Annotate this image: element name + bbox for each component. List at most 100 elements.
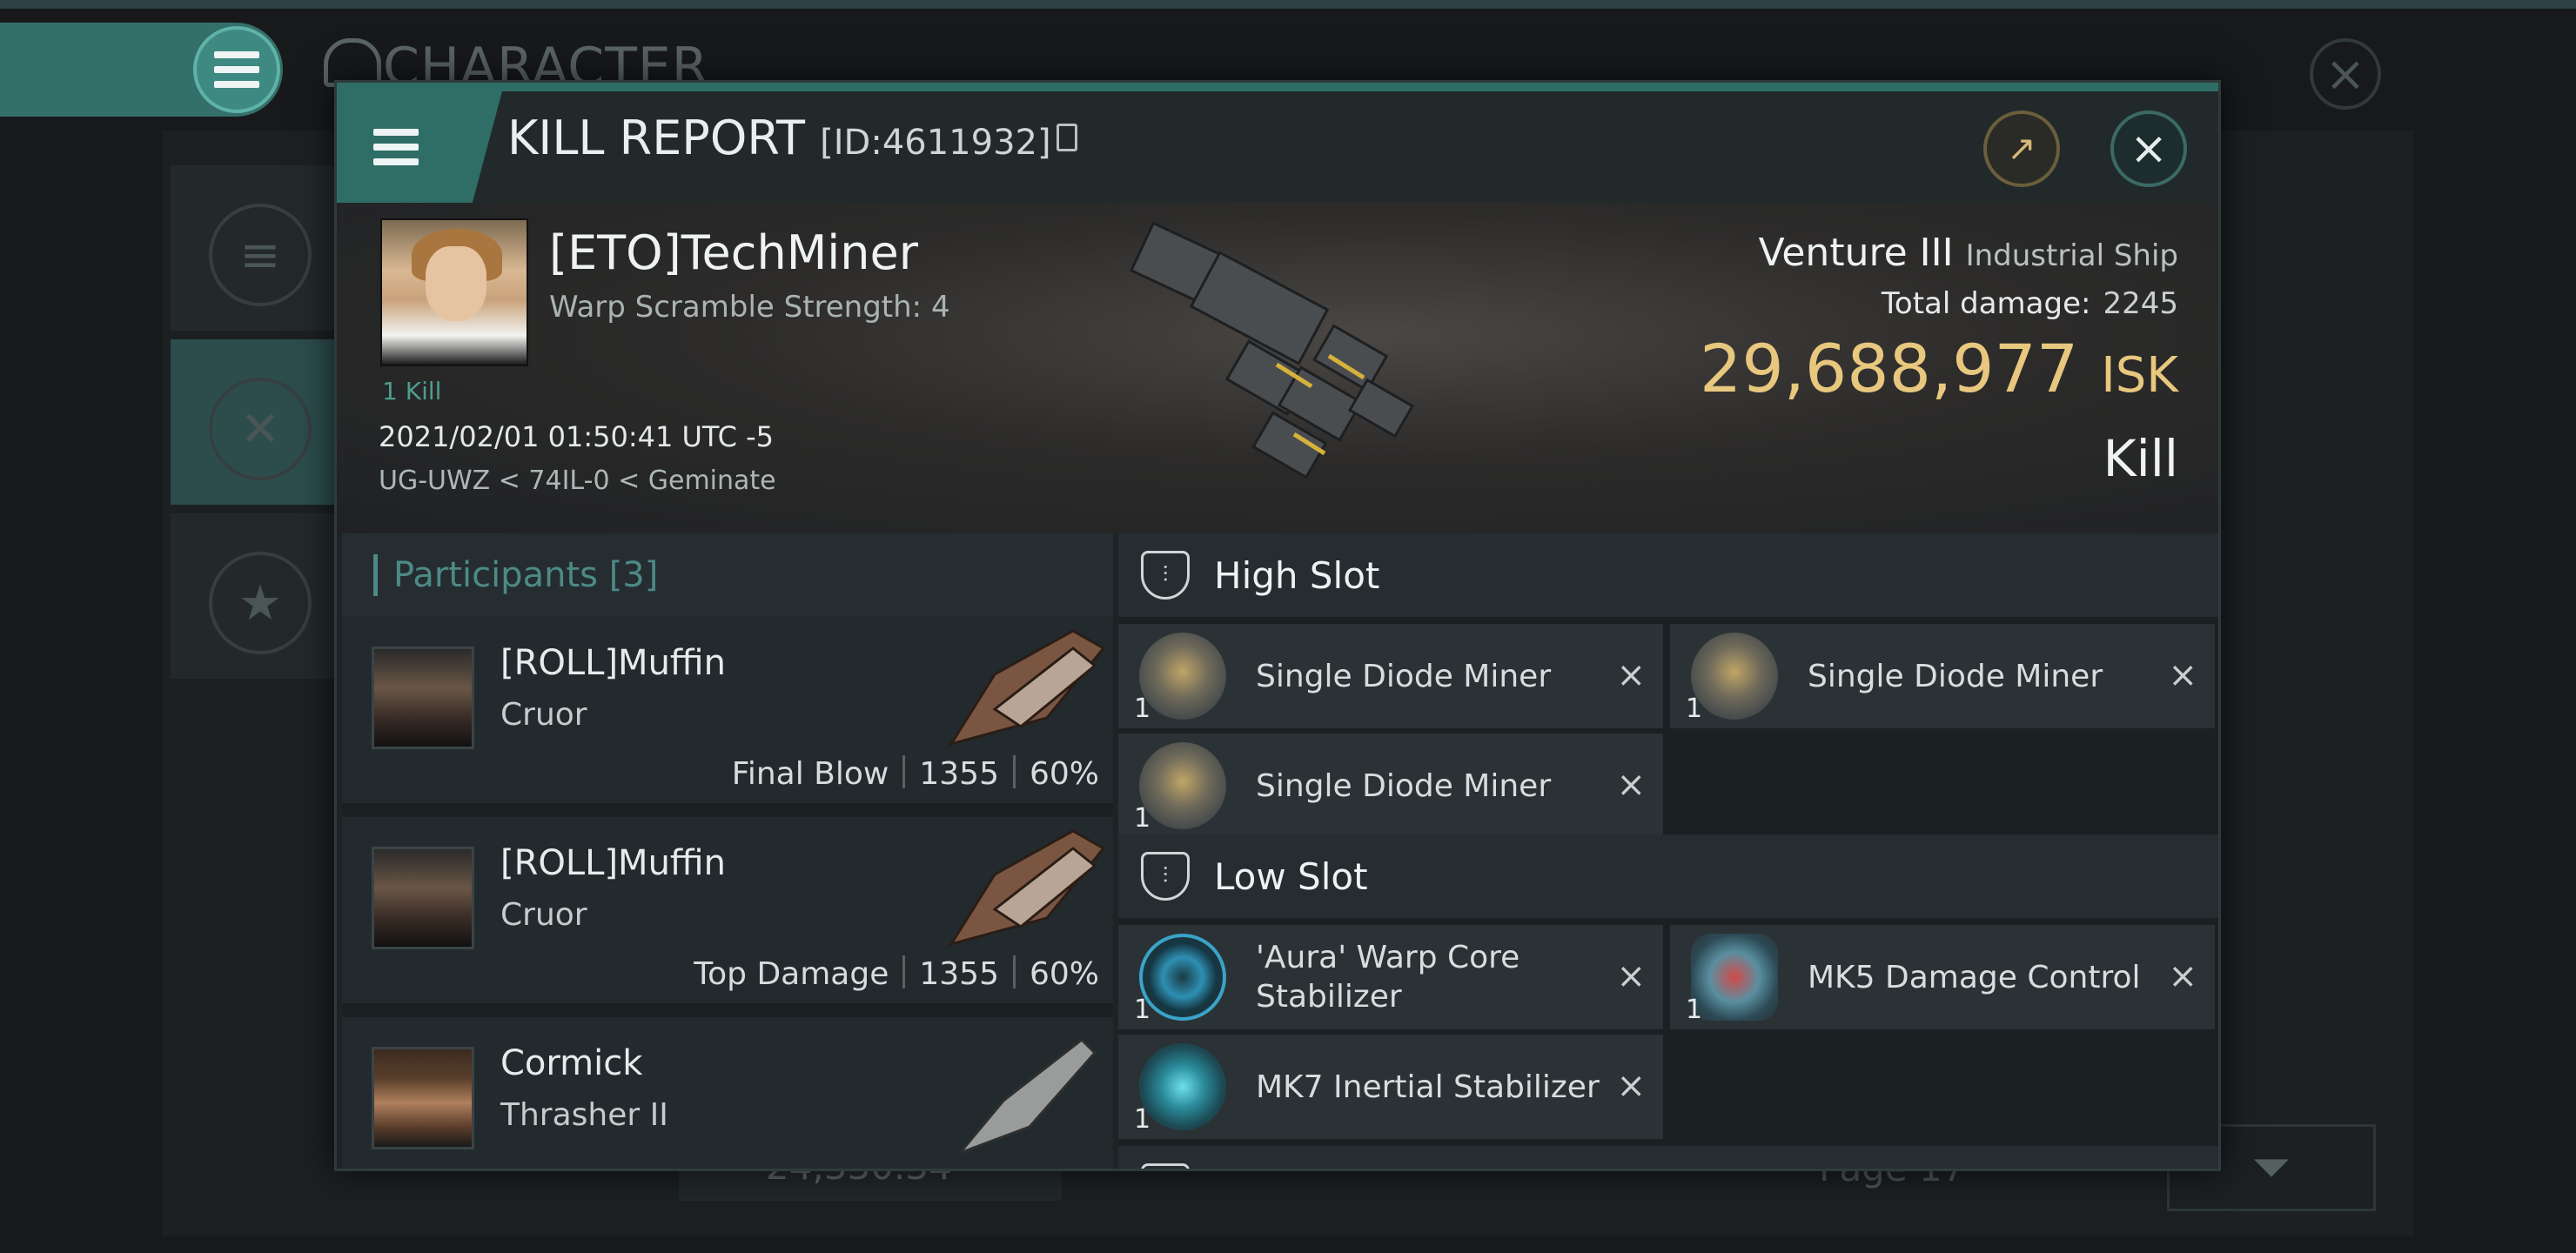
participant-ship-image <box>948 829 1106 947</box>
participants-header[interactable]: Participants [3] <box>342 533 1113 617</box>
participant-damage: 1355 <box>919 956 999 992</box>
background-sidebar: ≡ ✕ ★ <box>171 165 336 687</box>
warp-scramble-strength: Warp Scramble Strength: 4 <box>549 290 950 325</box>
victim-portrait[interactable] <box>380 218 528 366</box>
participant-portrait <box>372 647 474 749</box>
participant-ship: Cruor <box>500 897 587 933</box>
star-icon: ★ <box>209 552 312 654</box>
victim-summary: [ETO]TechMiner Warp Scramble Strength: 4… <box>337 203 2218 533</box>
game-screen: CHARACTER × ≡ ✕ ★ 24,330.34 Page 17 ⏷ KI… <box>0 0 2576 1253</box>
high-slot-label: High Slot <box>1214 553 1380 597</box>
sidebar-item-medals[interactable]: ★ <box>171 513 336 679</box>
module-name: MK7 Inertial Stabilizer <box>1256 1069 1600 1105</box>
sidebar-item-combat[interactable]: ✕ <box>171 339 336 505</box>
kill-location[interactable]: UG-UWZ < 74IL-0 < Geminate <box>379 466 776 496</box>
crossed-swords-icon: ✕ <box>209 378 312 480</box>
module-name: 'Aura' Warp Core Stabilizer <box>1256 940 1520 1015</box>
participant-name: [ROLL]Muffin <box>500 843 726 883</box>
high-slot-header: ⫶ High Slot <box>1118 533 2218 617</box>
dialog-accent-bar <box>337 83 2218 91</box>
participant-portrait <box>372 847 474 949</box>
background-close-button[interactable]: × <box>2310 38 2381 110</box>
miner-module-icon <box>1691 633 1778 720</box>
kill-report-id: [ID:4611932] <box>820 123 1051 163</box>
module-name: Single Diode Miner <box>1256 767 1552 804</box>
destroyed-icon: × <box>1616 956 1646 996</box>
participant-portrait <box>372 1047 474 1149</box>
participant-row[interactable]: [ROLL]Muffin Cruor Final Blow 1355 60% <box>342 617 1113 810</box>
dialog-title: KILL REPORT [ID:4611932] <box>507 111 1077 165</box>
destroyed-icon: × <box>2168 655 2197 695</box>
sidebar-item-list[interactable]: ≡ <box>171 165 336 331</box>
dialog-menu-button[interactable] <box>337 91 502 203</box>
destroyed-icon: × <box>2168 956 2197 996</box>
victim-name[interactable]: [ETO]TechMiner <box>549 225 918 280</box>
module-quantity: 1 <box>1134 995 1151 1025</box>
participants-label: Participants <box>393 555 598 595</box>
victim-kill-count: 1 Kill <box>382 377 442 405</box>
low-slot-icon: ⫶ <box>1141 852 1190 901</box>
kill-report-dialog: KILL REPORT [ID:4611932] ↗ × [ETO]TechMi… <box>334 80 2221 1171</box>
low-slot-label: Low Slot <box>1214 854 1368 898</box>
isk-unit: ISK <box>2101 347 2178 404</box>
module-item[interactable]: 1 Single Diode Miner × <box>1670 624 2215 728</box>
share-icon: ↗ <box>2007 129 2036 169</box>
next-slot-header: ⫶ <box>1118 1146 2218 1169</box>
total-damage: Total damage: 2245 <box>1882 286 2178 321</box>
participant-percent: 60% <box>1029 756 1099 792</box>
high-slot-icon: ⫶ <box>1141 551 1190 600</box>
victim-ship-class: Industrial Ship <box>1965 238 2178 273</box>
warp-core-stabilizer-icon <box>1139 934 1226 1021</box>
total-damage-label: Total damage: <box>1881 286 2091 321</box>
module-quantity: 1 <box>1686 694 1703 724</box>
module-name: Single Diode Miner <box>1256 658 1552 694</box>
participants-count: [3] <box>608 555 659 595</box>
dialog-header: KILL REPORT [ID:4611932] ↗ × <box>337 91 2218 203</box>
module-item[interactable]: 1 MK5 Damage Control × <box>1670 925 2215 1029</box>
background-menu-button[interactable] <box>193 26 280 113</box>
share-button[interactable]: ↗ <box>1983 111 2060 187</box>
participant-stats: Top Damage 1355 60% <box>694 955 1099 992</box>
copy-icon[interactable] <box>1056 124 1077 152</box>
close-icon: × <box>2324 45 2366 103</box>
module-item[interactable]: 1 'Aura' Warp Core Stabilizer × <box>1118 925 1663 1029</box>
module-quantity: 1 <box>1134 694 1151 724</box>
participant-role: Top Damage <box>694 956 889 992</box>
hamburger-icon <box>214 51 259 88</box>
participant-ship-image <box>948 629 1106 747</box>
participant-percent: 60% <box>1029 956 1099 992</box>
participant-row[interactable]: [ROLL]Muffin Cruor Top Damage 1355 60% <box>342 817 1113 1010</box>
damage-control-icon <box>1691 934 1778 1021</box>
fittings-panel: ⫶ High Slot 1 Single Diode Miner × 1 Sin… <box>1118 533 2218 1169</box>
participant-row[interactable]: Cormick Thrasher II <box>342 1017 1113 1169</box>
close-icon: × <box>2130 123 2168 175</box>
destroyed-icon: × <box>1616 1066 1646 1106</box>
low-slot-header: ⫶ Low Slot <box>1118 834 2218 918</box>
module-name: Single Diode Miner <box>1808 658 2103 694</box>
participant-ship-image <box>958 1038 1097 1153</box>
participant-name: Cormick <box>500 1043 643 1083</box>
module-name: MK5 Damage Control <box>1808 959 2141 995</box>
participants-panel: Participants [3] [ROLL]Muffin Cruor Fina… <box>342 533 1113 1169</box>
victim-ship-type: Venture III Industrial Ship <box>1759 231 2178 275</box>
list-icon: ≡ <box>209 204 312 306</box>
hamburger-icon <box>373 129 419 165</box>
module-quantity: 1 <box>1134 1104 1151 1135</box>
filter-icon: ⏷ <box>2251 1139 2291 1196</box>
module-quantity: 1 <box>1686 995 1703 1025</box>
participant-ship: Thrasher II <box>500 1097 668 1133</box>
miner-module-icon <box>1139 633 1226 720</box>
module-item[interactable]: 1 MK7 Inertial Stabilizer × <box>1118 1035 1663 1139</box>
module-item[interactable]: 1 Single Diode Miner × <box>1118 734 1663 838</box>
module-quantity: 1 <box>1134 803 1151 834</box>
close-button[interactable]: × <box>2110 111 2187 187</box>
module-item[interactable]: 1 Single Diode Miner × <box>1118 624 1663 728</box>
slot-icon: ⫶ <box>1141 1163 1190 1169</box>
participant-stats: Final Blow 1355 60% <box>732 755 1099 792</box>
isk-amount: 29,688,977 <box>1700 330 2079 407</box>
total-damage-value: 2245 <box>2103 286 2178 321</box>
victim-ship-name[interactable]: Venture III <box>1759 231 1954 275</box>
participant-ship: Cruor <box>500 697 587 733</box>
miner-module-icon <box>1139 742 1226 829</box>
dialog-title-text: KILL REPORT <box>507 111 805 165</box>
